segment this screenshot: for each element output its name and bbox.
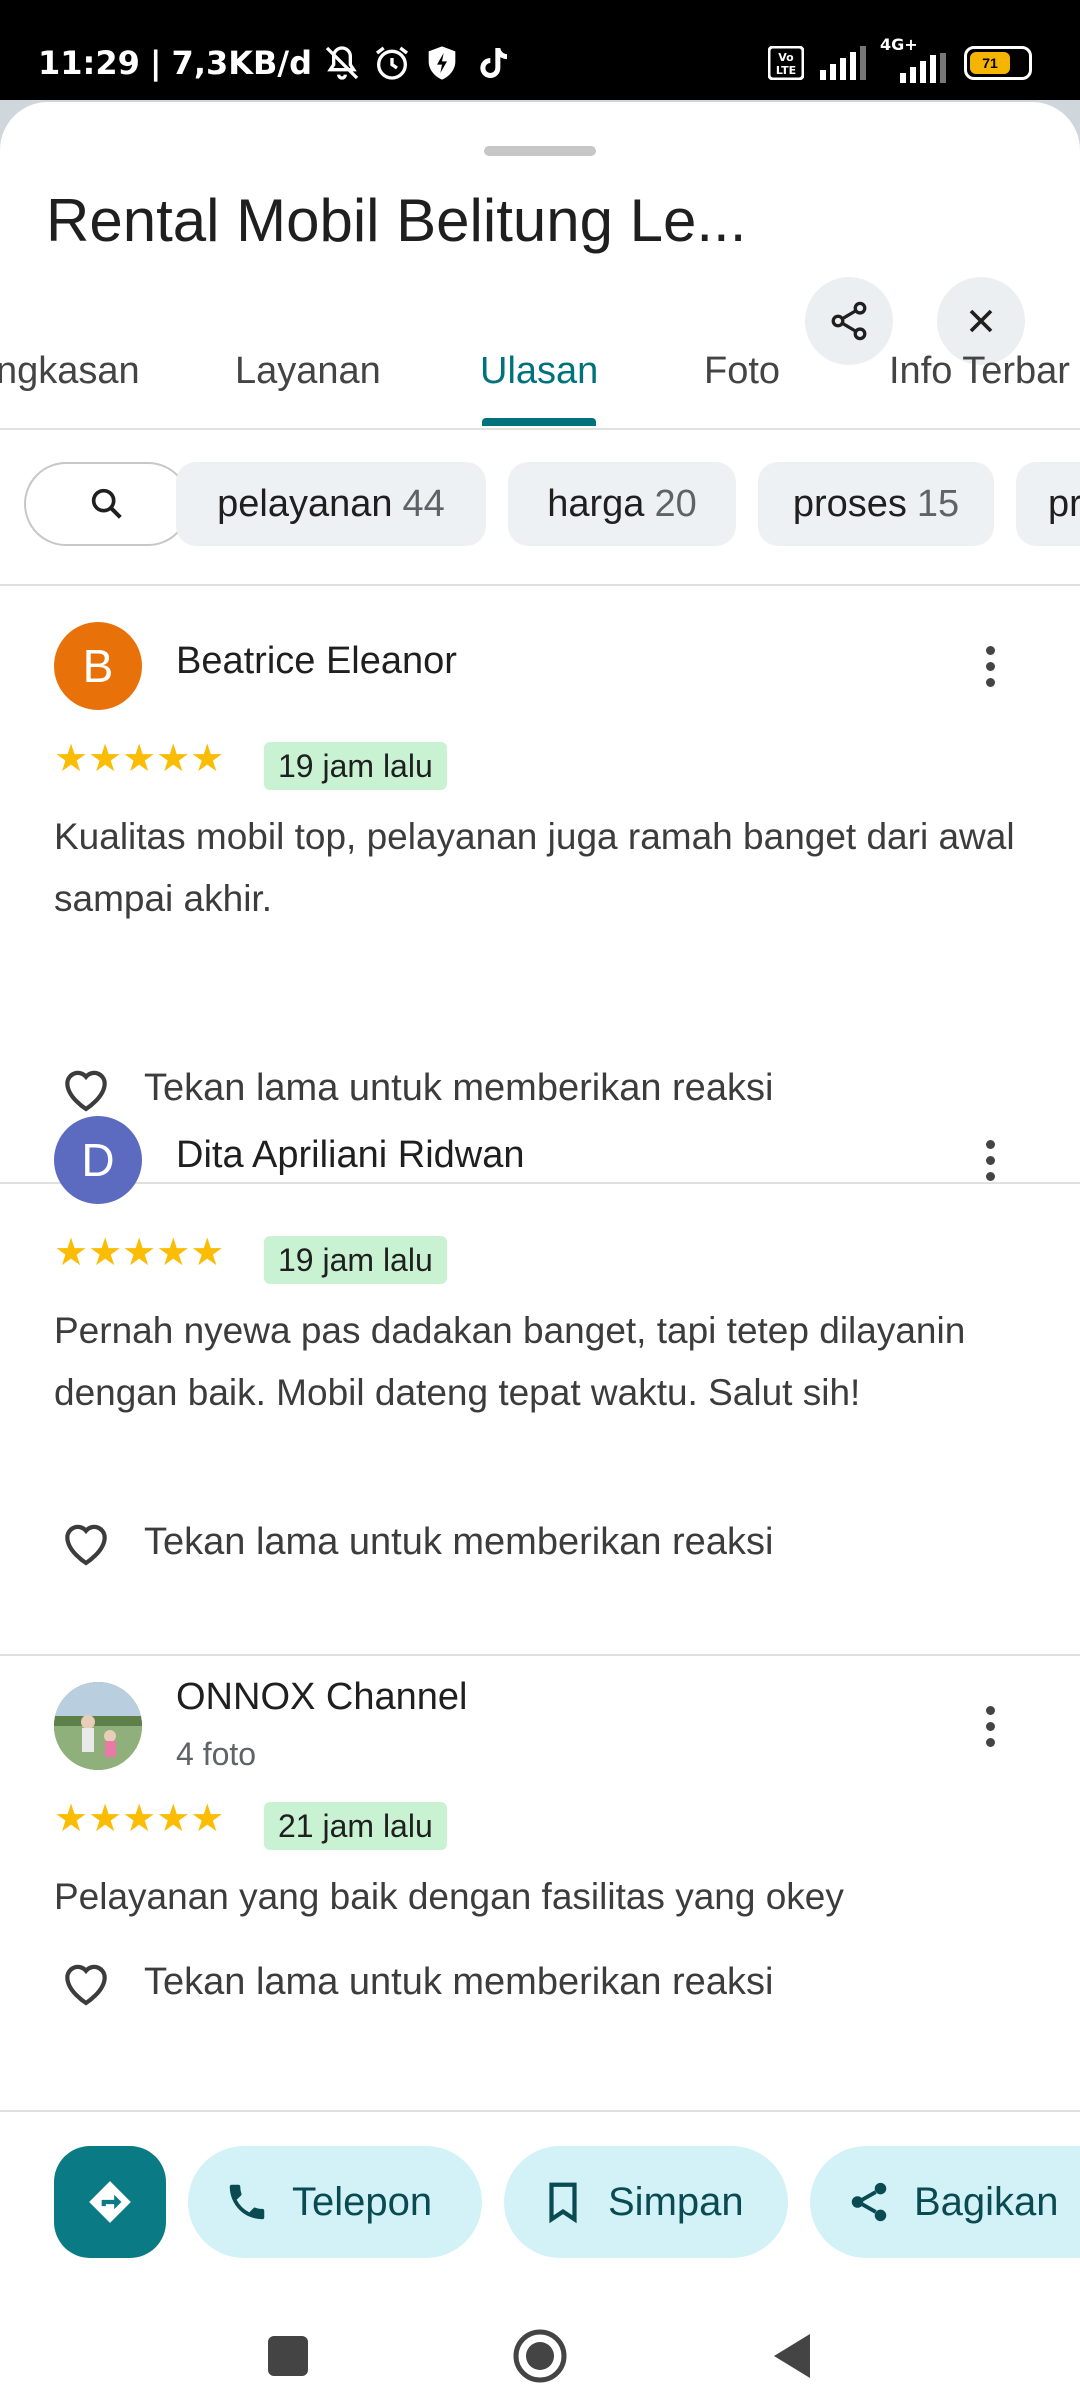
call-button[interactable]: Telepon — [188, 2146, 482, 2258]
reaction-label: Tekan lama untuk memberikan reaksi — [144, 1960, 774, 2003]
tiktok-icon — [480, 48, 508, 78]
svg-text:LTE: LTE — [776, 64, 796, 77]
more-options-button[interactable] — [970, 636, 1010, 696]
save-button[interactable]: Simpan — [504, 2146, 788, 2258]
share-place-button[interactable]: Bagikan — [810, 2146, 1080, 2258]
back-icon — [774, 2334, 810, 2378]
mute-bell-icon — [325, 46, 359, 80]
chip-label: pelayanan — [217, 482, 393, 525]
reviewer-name[interactable]: Beatrice Eleanor — [176, 640, 457, 683]
chip-partial[interactable]: pr — [1016, 462, 1080, 546]
back-button[interactable] — [770, 2332, 814, 2380]
directions-button[interactable] — [54, 2146, 166, 2258]
more-options-button[interactable] — [970, 1130, 1010, 1190]
action-bar: Telepon Simpan Bagikan — [0, 2110, 1080, 2290]
avatar[interactable] — [54, 1682, 142, 1770]
call-label: Telepon — [292, 2179, 433, 2224]
directions-icon — [89, 2181, 131, 2223]
review-card: D Dita Apriliani Ridwan ★★★★★ 19 jam lal… — [0, 1084, 1080, 1656]
home-icon — [513, 2329, 567, 2383]
avatar[interactable]: B — [54, 622, 142, 710]
star-rating: ★★★★★ — [54, 738, 225, 780]
reaction-button[interactable]: Tekan lama untuk memberikan reaksi — [58, 1516, 773, 1568]
review-text: Kualitas mobil top, pelayanan juga ramah… — [54, 816, 1015, 919]
recent-apps-button[interactable] — [268, 2336, 308, 2376]
drag-handle[interactable] — [484, 146, 596, 156]
chip-count: 20 — [654, 482, 697, 525]
battery-icon: 71 — [964, 46, 1032, 80]
volte-icon: VoLTE — [768, 46, 804, 80]
home-button[interactable] — [512, 2328, 568, 2384]
reaction-button[interactable]: Tekan lama untuk memberikan reaksi — [58, 1956, 773, 2008]
status-time: 11:29 — [38, 44, 140, 82]
chip-label: pr — [1048, 482, 1080, 525]
tab-foto[interactable]: Foto — [704, 350, 780, 393]
svg-text:Vo: Vo — [778, 51, 794, 64]
4g-signal-icon: 4G+ — [880, 35, 950, 83]
review-search-button[interactable] — [24, 462, 190, 546]
save-label: Simpan — [608, 2179, 744, 2224]
share-icon — [851, 2182, 887, 2222]
chip-label: harga — [547, 482, 645, 525]
battery-level: 71 — [970, 52, 1010, 74]
tab-layanan[interactable]: Layanan — [235, 350, 381, 393]
data-speed: 7,3KB/d — [171, 44, 313, 82]
share-label: Bagikan — [914, 2179, 1059, 2224]
system-nav-bar — [0, 2292, 1080, 2400]
avatar[interactable]: D — [54, 1116, 142, 1204]
alarm-icon — [376, 46, 409, 80]
chip-count: 44 — [402, 482, 445, 525]
active-tab-indicator — [482, 418, 596, 426]
tab-ringkasan[interactable]: ngkasan — [0, 350, 140, 393]
review-time-badge: 19 jam lalu — [264, 742, 447, 790]
heart-icon — [65, 1964, 107, 2006]
more-options-button[interactable] — [970, 1696, 1010, 1756]
chip-proses[interactable]: proses 15 — [758, 462, 994, 546]
place-sheet: Rental Mobil Belitung Le... ngkasan Laya… — [0, 102, 1080, 2400]
shield-icon — [428, 46, 456, 80]
profile-photo — [54, 1682, 142, 1770]
chip-harga[interactable]: harga 20 — [508, 462, 736, 546]
chip-label: proses — [792, 482, 907, 525]
heart-icon — [65, 1524, 107, 1566]
review-text: Pernah nyewa pas dadakan banget, tapi te… — [54, 1310, 966, 1413]
chip-count: 15 — [916, 482, 960, 525]
bookmark-icon — [549, 2182, 577, 2224]
reaction-label: Tekan lama untuk memberikan reaksi — [144, 1520, 774, 1563]
network-label: 4G+ — [880, 35, 918, 54]
search-icon — [91, 488, 122, 519]
tab-info-terbaru[interactable]: Info Terbar — [889, 350, 1070, 393]
review-time-badge: 19 jam lalu — [264, 1236, 447, 1284]
reviewer-name[interactable]: ONNOX Channel — [176, 1676, 467, 1719]
star-rating: ★★★★★ — [54, 1798, 225, 1840]
tab-bar: ngkasan Layanan Ulasan Foto Info Terbar — [0, 320, 1080, 430]
place-title: Rental Mobil Belitung Le... — [46, 187, 747, 254]
review-text: Pelayanan yang baik dengan fasilitas yan… — [54, 1876, 844, 1917]
star-rating: ★★★★★ — [54, 1232, 225, 1274]
tab-ulasan[interactable]: Ulasan — [480, 350, 598, 393]
signal-icon — [820, 46, 866, 80]
reviewer-photo-count: 4 foto — [176, 1736, 257, 1772]
chip-pelayanan[interactable]: pelayanan 44 — [176, 462, 486, 546]
review-time-badge: 21 jam lalu — [264, 1802, 447, 1850]
reviewer-name[interactable]: Dita Apriliani Ridwan — [176, 1134, 525, 1177]
phone-icon — [229, 2184, 265, 2220]
